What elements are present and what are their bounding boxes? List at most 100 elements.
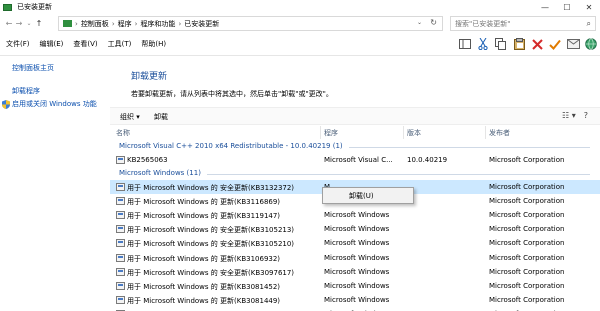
update-icon: [116, 211, 125, 220]
breadcrumb-programs[interactable]: 程序: [118, 19, 132, 29]
table-row[interactable]: 用于 Microsoft Windows 的 安全更新(KB3105213) Mi…: [110, 222, 600, 236]
watermark: [574, 272, 596, 306]
panel-icon[interactable]: [456, 36, 474, 52]
windows-features-link[interactable]: 启用或关闭 Windows 功能: [12, 99, 97, 109]
email-icon[interactable]: [564, 36, 582, 52]
table-row[interactable]: 用于 Microsoft Windows 的 更新(KB3081449) Micr…: [110, 293, 600, 307]
paste-icon[interactable]: [510, 36, 528, 52]
cell-name: 用于 Microsoft Windows 的 更新(KB3116869): [127, 198, 281, 207]
cell-program: Microsoft Windows: [324, 253, 390, 262]
breadcrumb-programs-features[interactable]: 程序和功能: [140, 19, 175, 29]
minimize-button[interactable]: —: [534, 0, 556, 14]
cell-publisher: Microsoft Corporation: [489, 211, 565, 220]
update-icon: [116, 281, 125, 290]
cell-program: Microsoft Windows: [324, 225, 390, 234]
menu-edit[interactable]: 编辑(E): [34, 39, 68, 49]
cell-program: Microsoft Visual C...: [324, 156, 393, 164]
up-arrow-icon[interactable]: ↑: [34, 17, 44, 31]
group-label: Microsoft Visual C++ 2010 x64 Redistribu…: [119, 142, 343, 150]
refresh-icon[interactable]: ↻: [430, 18, 437, 27]
organize-button[interactable]: 组织 ▾: [120, 112, 140, 122]
update-icon: [116, 239, 125, 248]
column-header-row: 名称 程序 版本 发布者: [110, 126, 600, 140]
page-description: 若要卸载更新，请从列表中将其选中，然后单击"卸载"或"更改"。: [131, 90, 333, 98]
menu-tools[interactable]: 工具(T): [102, 39, 136, 49]
cell-publisher: Microsoft Corporation: [489, 156, 565, 164]
uninstall-button[interactable]: 卸载: [154, 112, 168, 122]
cell-program: Microsoft Windows: [324, 211, 390, 220]
view-options: ☷ ▾ ?: [562, 111, 588, 120]
table-row[interactable]: 用于 Microsoft Windows 的 更新(KB3081452) Micr…: [110, 279, 600, 293]
menu-view[interactable]: 查看(V): [67, 39, 101, 49]
back-arrow-icon[interactable]: ←: [4, 17, 14, 31]
address-dropdown-icon[interactable]: ⌄: [417, 19, 422, 26]
cell-publisher: Microsoft Corporation: [489, 253, 565, 262]
menu-file[interactable]: 文件(F): [0, 39, 34, 49]
recent-chevron-icon[interactable]: ⌄: [24, 17, 34, 31]
column-program[interactable]: 程序: [324, 128, 338, 138]
search-icon[interactable]: ⌕: [587, 19, 591, 29]
forward-arrow-icon[interactable]: →: [14, 17, 24, 31]
table-row[interactable]: KB2565063 Microsoft Visual C... 10.0.40219…: [110, 153, 600, 167]
help-icon[interactable]: ?: [584, 111, 588, 120]
cell-program: Microsoft Windows: [324, 295, 390, 304]
cell-publisher: Microsoft Corporation: [489, 239, 565, 248]
search-box[interactable]: ⌕: [450, 16, 596, 31]
check-icon[interactable]: [546, 36, 564, 52]
search-input[interactable]: [455, 19, 575, 28]
cell-name: 用于 Microsoft Windows 的 更新(KB3106932): [127, 254, 281, 263]
delete-icon[interactable]: [528, 36, 546, 52]
view-list-icon[interactable]: ☷ ▾: [562, 111, 576, 120]
cut-icon[interactable]: [474, 36, 492, 52]
table-row[interactable]: 用于 Microsoft Windows 的 安全更新(KB3097617) Mi…: [110, 265, 600, 279]
address-bar[interactable]: › 控制面板 › 程序 › 程序和功能 › 已安装更新 ⌄ ↻: [58, 16, 443, 31]
table-row[interactable]: 用于 Microsoft Windows 的 更新(KB3106932) Micr…: [110, 251, 600, 265]
toolbar-icons: [456, 34, 600, 54]
breadcrumb-separator: ›: [75, 19, 78, 28]
group-divider: [207, 174, 590, 176]
breadcrumb-installed-updates[interactable]: 已安装更新: [184, 19, 219, 29]
context-menu-uninstall[interactable]: 卸载(U): [349, 191, 374, 201]
table-row[interactable]: 用于 Microsoft Windows 的 安全更新(KB3105210) Mi…: [110, 236, 600, 250]
column-version[interactable]: 版本: [407, 128, 421, 138]
column-divider[interactable]: [485, 126, 486, 139]
column-divider[interactable]: [320, 126, 321, 139]
breadcrumb-control-panel[interactable]: 控制面板: [81, 19, 109, 29]
close-button[interactable]: ✕: [578, 0, 600, 14]
cell-name: 用于 Microsoft Windows 的 安全更新(KB3132372): [127, 184, 295, 193]
update-icon: [116, 156, 125, 164]
address-bar-row: ← → ⌄ ↑ › 控制面板 › 程序 › 程序和功能 › 已安装更新 ⌄ ↻ …: [0, 15, 600, 32]
cell-name: 用于 Microsoft Windows 的 更新(KB3119147): [127, 212, 281, 221]
column-name[interactable]: 名称: [116, 128, 130, 138]
main-content: 卸载更新 若要卸载更新，请从列表中将其选中，然后单击"卸载"或"更改"。 组织 …: [110, 56, 600, 311]
copy-icon[interactable]: [492, 36, 510, 52]
cell-publisher: Microsoft Corporation: [489, 197, 565, 206]
command-bar: 组织 ▾ 卸载 ☷ ▾ ?: [110, 107, 600, 125]
cell-publisher: Microsoft Corporation: [489, 267, 565, 276]
cell-name: 用于 Microsoft Windows 的 更新(KB3081449): [127, 296, 281, 305]
cell-name: 用于 Microsoft Windows 的 安全更新(KB3105213): [127, 226, 295, 235]
group-header[interactable]: Microsoft Windows (11): [110, 167, 600, 180]
column-divider[interactable]: [403, 126, 404, 139]
maximize-button[interactable]: ☐: [556, 0, 578, 14]
control-panel-home-link[interactable]: 控制面板主页: [12, 63, 54, 73]
cell-publisher: Microsoft Corporation: [489, 281, 565, 290]
menu-help[interactable]: 帮助(H): [135, 39, 170, 49]
cell-name: 用于 Microsoft Windows 的 安全更新(KB3105210): [127, 240, 295, 249]
cell-program: Microsoft Windows: [324, 267, 390, 276]
group-header[interactable]: Microsoft Visual C++ 2010 x64 Redistribu…: [110, 140, 600, 153]
menu-bar: 文件(F) 编辑(E) 查看(V) 工具(T) 帮助(H): [0, 36, 170, 52]
shield-icon: [2, 100, 10, 109]
table-row[interactable]: 用于 Microsoft Windows 的 更新(KB3119147) Micr…: [110, 208, 600, 222]
cell-name: 用于 Microsoft Windows 的 安全更新(KB3097617): [127, 268, 295, 277]
update-icon: [116, 225, 125, 234]
uninstall-program-link[interactable]: 卸载程序: [12, 86, 40, 96]
cell-name: KB2565063: [127, 156, 168, 164]
updates-list: Microsoft Visual C++ 2010 x64 Redistribu…: [110, 140, 600, 311]
breadcrumb-separator: ›: [178, 19, 182, 28]
breadcrumb-separator: ›: [134, 19, 138, 28]
globe-icon[interactable]: [582, 36, 600, 52]
window-title: 已安装更新: [17, 3, 52, 11]
table-row[interactable]: 用于 Microsoft Windows 的 更新(KB3074686)Micr…: [110, 307, 600, 311]
column-publisher[interactable]: 发布者: [489, 128, 510, 138]
